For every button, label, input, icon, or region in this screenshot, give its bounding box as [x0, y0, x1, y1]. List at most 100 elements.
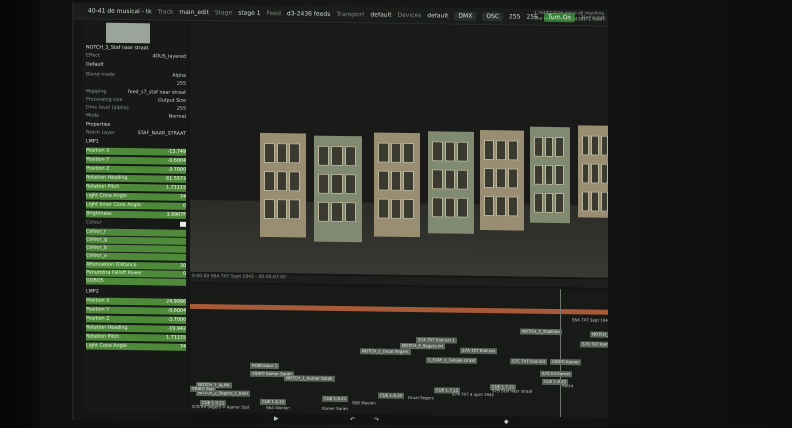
facade-window: [276, 143, 288, 164]
cue-caption[interactable]: S7B Staf naar straat: [490, 388, 534, 395]
penumbra-row[interactable]: Penumbra Falloff Power 0: [86, 269, 186, 278]
dmx-level-row[interactable]: Dmx level (alpha) 255: [86, 104, 186, 112]
timeline-cue-block[interactable]: NOTCH_3_Tradition: [520, 328, 562, 336]
timeline-cue-block[interactable]: S78 Inf Kamer: [540, 370, 573, 378]
colour-swatch[interactable]: [180, 221, 186, 227]
colour-row[interactable]: Colour: [86, 219, 186, 227]
brightness-row[interactable]: 255: [86, 79, 186, 87]
cue-caption[interactable]: S6B Woelen: [350, 400, 378, 406]
light1-param-value[interactable]: 74: [180, 195, 186, 200]
cue-caption[interactable]: Kamer Sarah: [320, 406, 350, 412]
record-icon[interactable]: ◆: [504, 418, 509, 425]
light2-param-row[interactable]: Rotation Pitch 1.71115: [86, 333, 186, 342]
timeline-cue-block[interactable]: NOTCH_4_Recht: [590, 331, 608, 338]
light1-header[interactable]: LMP1: [86, 138, 186, 146]
timeline-cue-block[interactable]: S7A TXT End ext: [460, 347, 498, 355]
colour-channel-row[interactable]: Colour_b: [86, 244, 186, 253]
light1-param-row[interactable]: Position X -13.749: [86, 147, 186, 156]
light1-param-row[interactable]: Position Y -0.6004: [86, 156, 186, 165]
osc-button[interactable]: OSC: [482, 11, 504, 21]
mapping-row[interactable]: Mapping feed_s7_staf naar straat: [86, 88, 186, 96]
timeline-tracks[interactable]: RGBColour 1 VIDEO Kamer Sarah NOTCH_1_Kame…: [190, 283, 608, 418]
light1-param-value[interactable]: 1.71115: [166, 186, 186, 191]
playhead[interactable]: [560, 289, 561, 418]
play-icon[interactable]: ▶: [274, 415, 279, 422]
default-section[interactable]: Default: [86, 61, 186, 69]
mode-row[interactable]: Mode Normal: [86, 112, 186, 120]
light1-param-value[interactable]: -13.749: [167, 150, 186, 155]
light2-param-row[interactable]: Position X 24.9996: [86, 297, 186, 306]
light1-param-value[interactable]: -3.7000: [167, 168, 186, 173]
timeline-cue-block[interactable]: NOTCH_1_Kamer Sarah: [284, 375, 335, 382]
timeline-cue-block[interactable]: CUE 1.6.32: [378, 392, 405, 399]
light2-param-value[interactable]: -0.6004: [167, 309, 186, 314]
light2-param-value[interactable]: -3.7000: [167, 318, 186, 323]
light2-param-value[interactable]: 74: [180, 345, 186, 350]
timeline-cue-block[interactable]: S_STAF_1_Gelijke straat: [426, 357, 478, 364]
feed-value[interactable]: d3-2436 feeds: [287, 10, 330, 18]
effect-row[interactable]: Effect 4DUS_layered: [86, 52, 186, 60]
light1-param-row[interactable]: Position Z -3.7000: [86, 165, 186, 174]
facade-window: [600, 163, 608, 184]
transport-value[interactable]: default: [370, 11, 391, 18]
notification-item[interactable]: The machine d3-2436D 1 notification: [534, 17, 604, 24]
facade-window: [331, 145, 343, 167]
properties-section[interactable]: Properties: [86, 121, 186, 129]
facade-window: [378, 170, 389, 191]
light1-param-value[interactable]: 61.5573: [166, 177, 186, 182]
light2-param-value[interactable]: -19.942: [167, 327, 186, 332]
light1-param-value[interactable]: 3.9907F: [166, 213, 186, 218]
light2-param-row[interactable]: Rotation Heading -19.942: [86, 324, 186, 333]
timeline-cue-block[interactable]: S7A TXT End ext 1: [416, 337, 457, 344]
light2-param-row[interactable]: Position Z -3.7000: [86, 315, 186, 324]
stage-value[interactable]: stage 1: [238, 9, 260, 16]
facade-window: [378, 198, 389, 219]
timeline-cue-block[interactable]: NOTCH_2_Drual Segers: [360, 348, 411, 355]
gobos-row[interactable]: GOBOS: [86, 277, 186, 286]
facade-window: [289, 171, 300, 192]
attenuation-row[interactable]: Attenuation Distance 30: [86, 261, 186, 270]
project-name[interactable]: 40-41 de musical - tk: [88, 7, 152, 15]
light1-param-row[interactable]: Brightness 3.9907F: [86, 210, 186, 219]
light1-param-value[interactable]: 0: [183, 204, 186, 209]
timeline-cue-block[interactable]: VIDEO Kamer: [550, 358, 581, 366]
light1-param-name: Light Inner Cone Angle: [86, 202, 141, 209]
dmx-button[interactable]: DMX: [454, 11, 477, 21]
timeline-cue-block[interactable]: S7C TXT End ext: [510, 358, 548, 365]
cue-caption[interactable]: S6A Woelen: [264, 405, 292, 411]
light2-param-row[interactable]: Position Y -0.6004: [86, 306, 186, 315]
light2-param-name: Position X: [86, 298, 110, 304]
devices-value[interactable]: default: [427, 12, 448, 19]
light2-param-value[interactable]: 24.9996: [166, 300, 186, 305]
timeline-cue-block[interactable]: CUE 1.6.21: [322, 395, 349, 403]
undo-icon[interactable]: ↶: [350, 416, 355, 423]
light1-param-row[interactable]: Rotation Heading 61.5573: [86, 174, 186, 183]
cue-caption[interactable]: Drual Segers: [406, 395, 436, 401]
notification-list[interactable]: 1 notification since all machines The ma…: [534, 11, 604, 24]
timeline-cue-block[interactable]: NOTCH_3_Segers.txt: [400, 342, 446, 350]
light2-param-row[interactable]: Light Cone Angle 74: [86, 342, 186, 351]
colour-channel-row[interactable]: Colour_g: [86, 236, 186, 245]
light1-param-name: Rotation Pitch: [86, 184, 120, 190]
colour-channel-row[interactable]: Colour_a: [86, 252, 186, 261]
cue-caption[interactable]: Recht: [560, 383, 575, 389]
track-value[interactable]: main_edit: [179, 8, 209, 15]
light2-header[interactable]: LMP2: [86, 288, 186, 296]
redo-icon[interactable]: ↷: [374, 416, 379, 423]
cue-caption[interactable]: S6A TXT Sept 1942: [570, 317, 608, 324]
light1-param-row[interactable]: Rotation Pitch 1.71115: [86, 183, 186, 192]
notch-layer-row[interactable]: Notch Layer STAF_NAAR_STRAAT: [86, 129, 186, 137]
light1-param-row[interactable]: Light Inner Cone Angle 0: [86, 201, 186, 210]
timeline-cue-block[interactable]: S7B TXT Kamer: [580, 341, 608, 348]
stage-viewport[interactable]: [190, 21, 608, 278]
blend-mode-row[interactable]: Blend mode Alpha: [86, 71, 186, 79]
timeline-cue-block[interactable]: RGBColour 1: [250, 362, 280, 370]
cue-caption[interactable]: S78 Inf Segers + Kamer Staf: [190, 404, 251, 411]
light1-param-name: Position X: [86, 148, 110, 154]
timeline-cue-block[interactable]: VIDEO Staf: [190, 385, 216, 393]
light1-param-row[interactable]: Light Cone Angle 74: [86, 192, 186, 201]
processing-row[interactable]: Processing size Output Size: [86, 96, 186, 104]
colour-channel-row[interactable]: Colour_r: [86, 228, 186, 237]
light2-param-value[interactable]: 1.71115: [166, 336, 186, 341]
light1-param-value[interactable]: -0.6004: [167, 159, 186, 164]
